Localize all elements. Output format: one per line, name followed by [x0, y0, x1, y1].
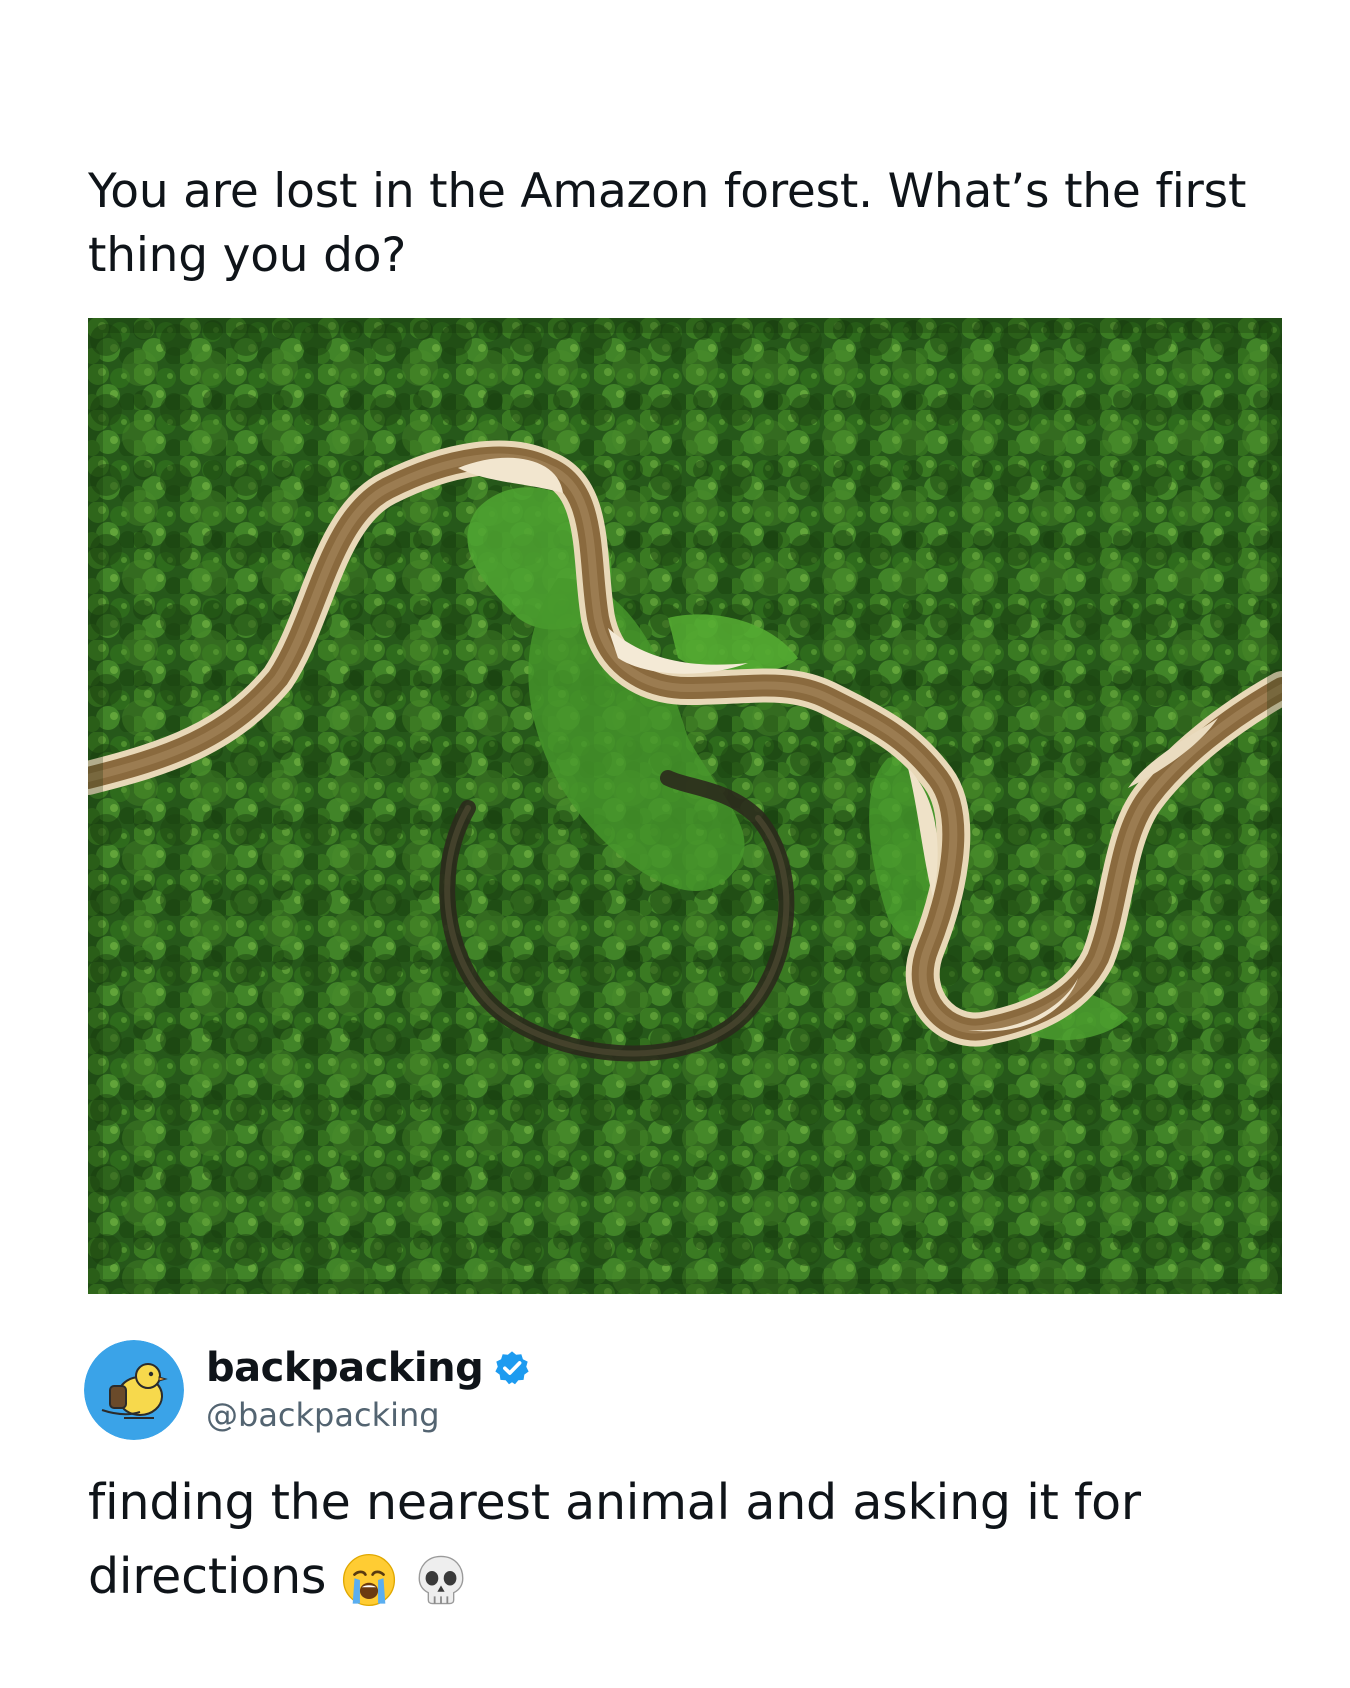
- post-photo[interactable]: [88, 318, 1282, 1294]
- avatar[interactable]: [84, 1340, 184, 1440]
- skull-icon: [418, 1555, 464, 1604]
- yellow-bird-avatar: [84, 1340, 184, 1440]
- author-row[interactable]: backpacking @backpacking: [84, 1338, 531, 1442]
- loudly-crying-face-icon: [343, 1553, 396, 1606]
- author-display-name[interactable]: backpacking: [206, 1345, 484, 1391]
- post-question-text: You are lost in the Amazon forest. What’…: [88, 164, 1247, 283]
- aerial-river-forest-photo: [88, 318, 1282, 1294]
- verified-badge-icon: [495, 1351, 529, 1385]
- author-handle[interactable]: @backpacking: [206, 1393, 531, 1437]
- reply-text-block: finding the nearest animal and asking it…: [88, 1466, 1288, 1614]
- reply-text: finding the nearest animal and asking it…: [88, 1474, 1141, 1605]
